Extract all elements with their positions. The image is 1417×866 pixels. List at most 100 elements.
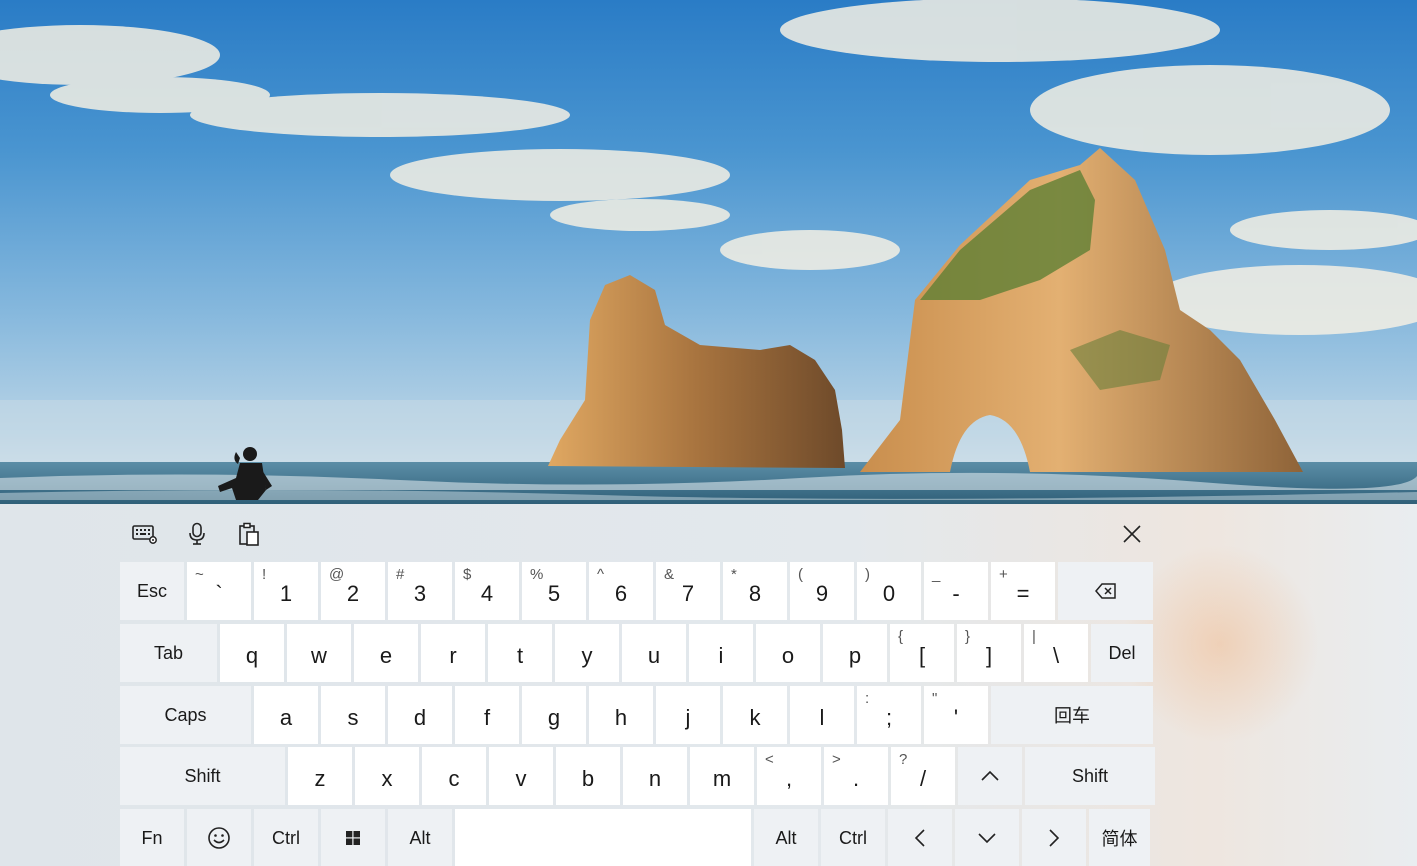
key-up[interactable] [958,747,1022,805]
key-o[interactable]: o [756,624,820,682]
clipboard-button[interactable] [229,518,269,550]
key-fn[interactable]: Fn [120,809,184,866]
keyboard-settings-button[interactable] [125,518,165,550]
key-label: 1 [279,581,293,606]
key-w[interactable]: w [287,624,351,682]
key-t[interactable]: t [488,624,552,682]
keyboard-settings-icon [132,525,157,544]
key-u[interactable]: u [622,624,686,682]
key-c[interactable]: c [422,747,486,805]
key-label: w [311,643,327,668]
key-shift-label: ( [798,566,803,583]
key-esc[interactable]: Esc [120,562,184,620]
key-7[interactable]: & 7 [656,562,720,620]
key-backspace[interactable] [1058,562,1153,620]
key-6[interactable]: ^ 6 [589,562,653,620]
key-e[interactable]: e [354,624,418,682]
key-z[interactable]: z [288,747,352,805]
key-semicolon[interactable]: :; [857,686,921,744]
key-lalt[interactable]: Alt [388,809,452,866]
key-caps[interactable]: Caps [120,686,251,744]
key-8[interactable]: * 8 [723,562,787,620]
key-label: r [449,643,457,668]
key-h[interactable]: h [589,686,653,744]
key-s[interactable]: s [321,686,385,744]
key-backslash[interactable]: | \ [1024,624,1088,682]
key-shift-label: < [765,751,774,768]
key-tab[interactable]: Tab [120,624,217,682]
key-label: d [413,705,427,730]
key-label: c [448,766,460,791]
key-b[interactable]: b [556,747,620,805]
key-i[interactable]: i [689,624,753,682]
key-a[interactable]: a [254,686,318,744]
key-lctrl[interactable]: Ctrl [254,809,318,866]
key-emoji[interactable] [187,809,251,866]
key-space[interactable] [455,809,751,866]
key-right[interactable] [1022,809,1086,866]
key-r[interactable]: r [421,624,485,682]
key-enter[interactable]: 回车 [991,686,1153,744]
key-label: 0 [882,581,896,606]
key-label: 简体 [1101,829,1138,849]
key-rctrl[interactable]: Ctrl [821,809,885,866]
key-label: s [347,705,359,730]
key-k[interactable]: k [723,686,787,744]
key-slash[interactable]: ? / [891,747,955,805]
key-q[interactable]: q [220,624,284,682]
key-label: ; [885,705,893,730]
key-period[interactable]: >. [824,747,888,805]
key-shift-label: { [898,628,904,645]
key-label: v [515,766,527,791]
key-label: / [919,766,927,791]
key-label: f [483,705,491,730]
key-shift-label: | [1032,628,1036,645]
key-shift-label: ? [899,751,908,768]
key-comma[interactable]: <, [757,747,821,805]
key-0[interactable]: ) 0 [857,562,921,620]
key-3[interactable]: #3 [388,562,452,620]
key-m[interactable]: m [690,747,754,805]
key-label: x [381,766,393,791]
key-lang[interactable]: 简体 [1089,809,1150,866]
key-rshift[interactable]: Shift [1025,747,1155,805]
key-x[interactable]: x [355,747,419,805]
key-down[interactable] [955,809,1019,866]
key-ralt[interactable]: Alt [754,809,818,866]
key-equals[interactable]: + = [991,562,1055,620]
key-f[interactable]: f [455,686,519,744]
key-v[interactable]: v [489,747,553,805]
key-label: 5 [547,581,561,606]
key-j[interactable]: j [656,686,720,744]
key-left[interactable] [888,809,952,866]
close-keyboard-button[interactable] [1112,518,1152,550]
key-4[interactable]: $4 [455,562,519,620]
wallpaper-scene [0,0,1417,504]
key-win[interactable] [321,809,385,866]
key-shift-label: ! [262,566,267,583]
key-g[interactable]: g [522,686,586,744]
key-y[interactable]: y [555,624,619,682]
key-del[interactable]: Del [1091,624,1153,682]
key-label: o [781,643,795,668]
key-rbracket[interactable]: }] [957,624,1021,682]
key-lshift[interactable]: Shift [120,747,285,805]
key-shift-label: # [396,566,405,583]
key-l[interactable]: l [790,686,854,744]
key-label: 4 [480,581,494,606]
key-quote[interactable]: " ' [924,686,988,744]
voice-typing-button[interactable] [177,518,217,550]
key-shift-label: } [965,628,971,645]
key-2[interactable]: @2 [321,562,385,620]
key-label: n [648,766,662,791]
key-p[interactable]: p [823,624,887,682]
key-lbracket[interactable]: {[ [890,624,954,682]
key-n[interactable]: n [623,747,687,805]
key-5[interactable]: % 5 [522,562,586,620]
key-d[interactable]: d [388,686,452,744]
key-minus[interactable]: _ - [924,562,988,620]
key-9[interactable]: (9 [790,562,854,620]
key-backtick[interactable]: ~ ` [187,562,251,620]
clouds [0,0,1417,335]
key-1[interactable]: ! 1 [254,562,318,620]
